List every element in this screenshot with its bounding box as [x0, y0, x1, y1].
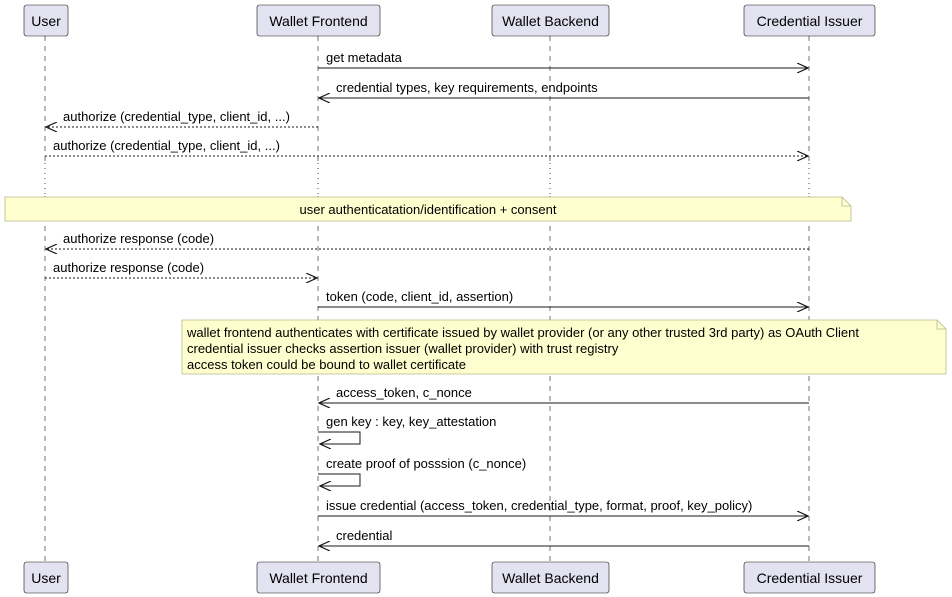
participant-issuer-bottom: Credential Issuer: [743, 561, 876, 594]
message-label: create proof of posssion (c_nonce): [326, 456, 526, 471]
message-7: token (code, client_id, assertion): [318, 289, 808, 307]
participant-label: User: [31, 13, 61, 29]
message-label: access_token, c_nonce: [336, 385, 472, 400]
participant-label: Wallet Frontend: [269, 13, 367, 29]
message-4: authorize (credential_type, client_id, .…: [45, 138, 808, 156]
message-6: authorize response (code): [45, 260, 317, 278]
note-line: access token could be bound to wallet ce…: [187, 357, 466, 372]
message-label: gen key : key, key_attestation: [326, 414, 496, 429]
note-line: user authenticatation/identification + c…: [300, 202, 557, 217]
note-line: wallet frontend authenticates with certi…: [186, 325, 859, 340]
message-label: authorize (credential_type, client_id, .…: [53, 138, 280, 153]
message-5: authorize response (code): [46, 231, 809, 249]
participant-user-bottom: User: [23, 561, 69, 594]
participant-label: Credential Issuer: [757, 570, 863, 586]
message-label: authorize response (code): [63, 231, 214, 246]
participant-frontend-top: Wallet Frontend: [256, 4, 381, 37]
note-1: user authenticatation/identification + c…: [4, 196, 852, 222]
participant-label: Wallet Frontend: [269, 570, 367, 586]
participant-frontend-bottom: Wallet Frontend: [256, 561, 381, 594]
sequence-diagram: user authenticatation/identification + c…: [4, 4, 947, 594]
message-10: create proof of posssion (c_nonce): [318, 456, 526, 486]
participant-issuer-top: Credential Issuer: [743, 4, 876, 37]
message-arrow: [318, 473, 361, 486]
message-label: token (code, client_id, assertion): [326, 289, 513, 304]
participant-label: User: [31, 570, 61, 586]
message-label: get metadata: [326, 50, 403, 65]
note-line: credential issuer checks assertion issue…: [187, 341, 619, 356]
messages: get metadata credential types, key requir…: [45, 50, 809, 546]
message-label: credential: [336, 528, 392, 543]
notes: user authenticatation/identification + c…: [4, 196, 947, 375]
participant-user-top: User: [23, 4, 69, 37]
message-3: authorize (credential_type, client_id, .…: [46, 109, 318, 127]
participant-label: Wallet Backend: [502, 13, 599, 29]
message-12: credential: [319, 528, 809, 546]
message-label: authorize response (code): [53, 260, 204, 275]
message-9: gen key : key, key_attestation: [318, 414, 496, 444]
message-label: credential types, key requirements, endp…: [336, 80, 598, 95]
message-label: authorize (credential_type, client_id, .…: [63, 109, 290, 124]
participant-backend-bottom: Wallet Backend: [491, 561, 610, 594]
participant-backend-top: Wallet Backend: [491, 4, 610, 37]
participant-label: Credential Issuer: [757, 13, 863, 29]
participant-label: Wallet Backend: [502, 570, 599, 586]
message-8: access_token, c_nonce: [319, 385, 809, 403]
message-1: get metadata: [318, 50, 808, 68]
message-2: credential types, key requirements, endp…: [319, 80, 809, 98]
message-label: issue credential (access_token, credenti…: [326, 498, 752, 513]
message-11: issue credential (access_token, credenti…: [318, 498, 808, 516]
note-2: wallet frontend authenticates with certi…: [181, 319, 947, 375]
message-arrow: [318, 431, 361, 444]
